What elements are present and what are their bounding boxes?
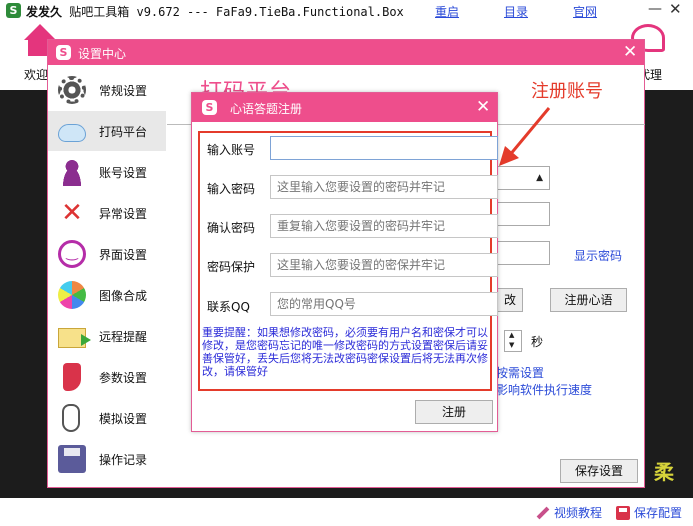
nav-label: 常规设置 (99, 83, 148, 98)
nav-item-exception[interactable]: ✕ 异常设置 (48, 193, 166, 233)
registration-title: 心语答题注册 (230, 102, 303, 116)
registration-dialog: S 心语答题注册 ✕ 输入账号 输入密码 确认密码 密码保护 联系QQ 重要提醒… (191, 92, 498, 432)
main-close-button[interactable]: ✕ (669, 0, 682, 18)
stepper-up-icon[interactable]: ▲ (509, 331, 514, 339)
minimize-button[interactable]: — (648, 1, 662, 17)
settings-title: 设置中心 (78, 47, 127, 61)
save-disk-icon (616, 505, 630, 520)
main-title-bar: S 发发久 贴吧工具箱 v9.672 --- FaFa9.TieBa.Funct… (0, 0, 693, 22)
timeout-stepper[interactable]: ▲ ▼ (504, 330, 522, 352)
platform-select[interactable]: ▲ (494, 166, 550, 190)
nav-item-simulation[interactable]: 模拟设置 (48, 398, 166, 438)
nav-label: 打码平台 (99, 124, 148, 139)
settings-logo-icon: S (56, 45, 71, 60)
registration-notice: 重要提醒：如果想修改密码，必须要有用户名和密保才可以修改，是您密码忘记的唯一修改… (202, 326, 488, 378)
nav-label: 界面设置 (99, 247, 148, 262)
speed-impact-link[interactable]: 影响软件执行速度 (496, 381, 592, 398)
nav-item-captcha[interactable]: 打码平台 (48, 111, 166, 151)
nav-label: 操作记录 (99, 452, 148, 467)
security-question-label: 密码保护 (207, 260, 256, 274)
nav-label: 模拟设置 (99, 411, 148, 426)
password-input[interactable] (270, 175, 498, 199)
annotation-text: 注册账号 (531, 81, 603, 102)
directory-link[interactable]: 目录 (504, 3, 528, 20)
nav-label: 图像合成 (99, 288, 148, 303)
save-config-label: 保存配置 (634, 506, 683, 520)
smiley-icon: ‿ (58, 240, 86, 268)
gear-icon (58, 76, 86, 104)
chevron-down-icon: ▲ (536, 173, 543, 183)
on-demand-link[interactable]: 按需设置 (496, 364, 544, 381)
register-submit-button[interactable]: 注册 (415, 400, 493, 424)
register-heart-button[interactable]: 注册心语 (550, 288, 627, 312)
settings-close-button[interactable]: ✕ (623, 42, 637, 62)
settings-title-bar: S 设置中心 ✕ (48, 40, 644, 65)
toolbar-home-label: 欢迎 (24, 68, 49, 82)
qq-label: 联系QQ (207, 300, 250, 314)
confirm-password-input[interactable] (270, 214, 498, 238)
nav-item-remote[interactable]: 远程提醒 (48, 316, 166, 356)
nav-item-interface[interactable]: ‿ 界面设置 (48, 234, 166, 274)
nav-item-general[interactable]: 常规设置 (48, 70, 166, 110)
platform-password-input[interactable] (494, 241, 550, 265)
qq-input[interactable] (270, 292, 498, 316)
account-label: 输入账号 (207, 143, 256, 157)
nav-item-params[interactable]: 参数设置 (48, 357, 166, 397)
save-settings-button[interactable]: 保存设置 (560, 459, 638, 483)
stepper-down-icon[interactable]: ▼ (509, 341, 514, 349)
nav-item-image[interactable]: 图像合成 (48, 275, 166, 315)
mail-icon (58, 328, 91, 348)
website-link[interactable]: 官网 (573, 3, 597, 20)
nav-label: 参数设置 (99, 370, 148, 385)
sock-icon (63, 363, 81, 391)
confirm-password-label: 确认密码 (207, 221, 256, 235)
x-icon: ✕ (61, 198, 83, 228)
registration-close-button[interactable]: ✕ (476, 97, 490, 117)
password-label: 输入密码 (207, 182, 256, 196)
app-title-main: 发发久 (26, 5, 63, 19)
platform-account-input[interactable] (494, 202, 550, 226)
save-config-link[interactable]: 保存配置 (616, 504, 682, 521)
nav-item-account[interactable]: 账号设置 (48, 152, 166, 192)
home-icon (24, 24, 56, 40)
account-input[interactable] (270, 136, 498, 160)
video-tutorial-label: 视频教程 (554, 506, 603, 520)
floppy-icon (58, 445, 86, 473)
show-password-link[interactable]: 显示密码 (574, 247, 622, 264)
video-tutorial-link[interactable]: 视频教程 (536, 504, 602, 521)
mouse-icon (62, 404, 80, 432)
nav-label: 远程提醒 (99, 329, 148, 344)
nav-label: 异常设置 (99, 206, 148, 221)
petals-icon (58, 281, 86, 309)
registration-logo-icon: S (202, 100, 217, 115)
settings-nav: 常规设置 打码平台 账号设置 ✕ 异常设置 ‿ 界面设置 图像合成 远程提醒 参… (48, 66, 166, 486)
app-logo-icon: S (6, 3, 21, 18)
app-title-version: 贴吧工具箱 v9.672 --- FaFa9.TieBa.Functional.… (62, 5, 404, 19)
annotation-arrow-icon (499, 107, 551, 166)
cloud-icon (58, 124, 86, 142)
seconds-unit: 秒 (531, 335, 544, 349)
nav-item-log[interactable]: 操作记录 (48, 439, 166, 479)
app-title: 发发久 贴吧工具箱 v9.672 --- FaFa9.TieBa.Functio… (26, 3, 404, 20)
nav-label: 账号设置 (99, 165, 148, 180)
pencil-icon (536, 506, 550, 519)
corner-glyph: 柔 (654, 460, 674, 484)
registration-title-bar: S 心语答题注册 ✕ (192, 93, 497, 122)
restart-link[interactable]: 重启 (435, 3, 459, 20)
person-icon (58, 158, 86, 186)
security-question-input[interactable] (270, 253, 498, 277)
